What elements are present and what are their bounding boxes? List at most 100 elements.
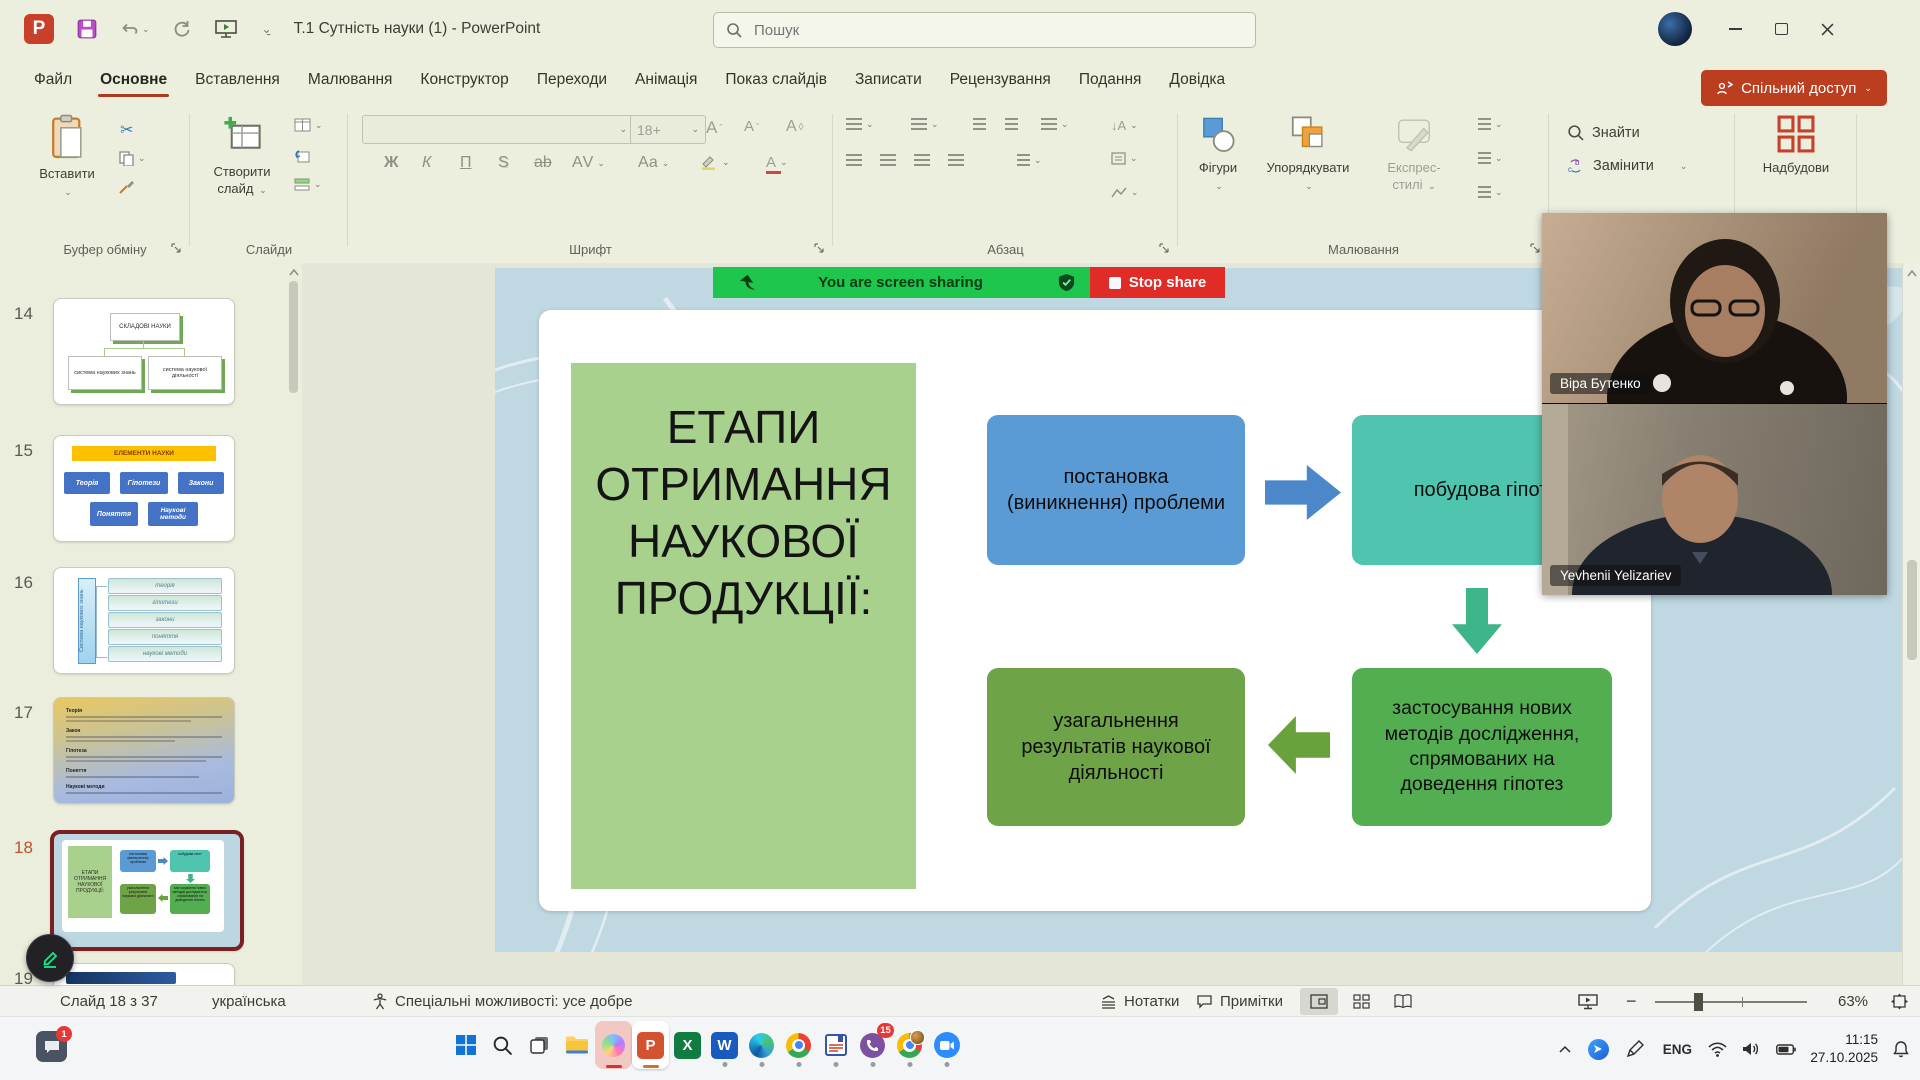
taskbar-viber-button[interactable]: 15 <box>854 1021 891 1069</box>
zoom-out-button[interactable]: − <box>1626 986 1637 1017</box>
maximize-button[interactable] <box>1758 9 1804 49</box>
close-button[interactable] <box>1804 9 1850 49</box>
bullets-button[interactable]: ⌄ <box>846 118 874 130</box>
paragraph-dialog-launcher[interactable] <box>1159 243 1171 255</box>
slide-thumbnail-17[interactable]: Теорія Закон Гіпотеза Поняття Наукові ме… <box>53 697 235 804</box>
taskbar-start-button[interactable] <box>447 1021 484 1069</box>
main-scrollbar[interactable] <box>1902 263 1920 985</box>
video-feed-1[interactable]: Віра Бутенко <box>1542 213 1887 403</box>
tray-language-button[interactable]: ENG <box>1654 1042 1700 1057</box>
align-text-button[interactable]: ⌄ <box>1111 152 1138 165</box>
strikethrough-button[interactable]: ab <box>534 154 552 172</box>
reading-view-button[interactable] <box>1384 988 1422 1015</box>
taskbar-backup-app-button[interactable] <box>817 1021 854 1069</box>
quick-styles-button[interactable]: Експрес-стилі ⌄ <box>1368 114 1460 194</box>
increase-indent-button[interactable] <box>1005 118 1018 130</box>
taskbar-explorer-button[interactable] <box>558 1021 595 1069</box>
zoom-video-panel[interactable]: Віра Бутенко Yevhenii Yelizariev <box>1542 213 1887 594</box>
character-spacing-button[interactable]: АV⌄ <box>572 154 605 172</box>
taskbar-chrome-button[interactable] <box>780 1021 817 1069</box>
underline-button[interactable]: П <box>460 154 472 172</box>
fit-slide-button[interactable] <box>1890 986 1909 1017</box>
taskbar-search-button[interactable] <box>484 1021 521 1069</box>
search-box[interactable] <box>713 12 1256 48</box>
font-name-combobox[interactable]: ⌄ <box>362 115 634 144</box>
drawing-dialog-launcher[interactable] <box>1530 243 1542 255</box>
annotation-pencil-button[interactable] <box>26 934 74 982</box>
new-slide-button[interactable]: Створитислайд ⌄ <box>202 114 282 198</box>
change-case-button[interactable]: Аа⌄ <box>638 154 669 172</box>
tray-pen-icon[interactable] <box>1616 1039 1654 1059</box>
text-shadow-button[interactable]: S <box>498 154 509 172</box>
find-button[interactable]: Знайти <box>1567 124 1640 141</box>
font-dialog-launcher[interactable] <box>814 243 826 255</box>
thumbnail-scrollbar[interactable] <box>286 263 302 985</box>
line-spacing-button[interactable]: ⌄ <box>1041 118 1069 130</box>
shapes-button[interactable]: Фігури⌄ <box>1186 114 1250 194</box>
taskbar-powerpoint-button[interactable]: P <box>632 1021 669 1069</box>
shape-effects-button[interactable]: ⌄ <box>1478 186 1503 198</box>
clipboard-dialog-launcher[interactable] <box>171 243 183 255</box>
notes-button[interactable]: Нотатки <box>1100 986 1179 1017</box>
italic-button[interactable]: К <box>422 154 431 172</box>
taskbar-edge-button[interactable] <box>743 1021 780 1069</box>
replace-button[interactable]: bc Замінити⌄ <box>1567 158 1687 174</box>
section-button[interactable]: ⌄ <box>294 178 322 191</box>
share-button[interactable]: Спільний доступ ⌄ <box>1701 70 1887 106</box>
step-box-generalization[interactable]: узагальнення результатів наукової діяльн… <box>987 668 1245 826</box>
accessibility-button[interactable]: Спеціальні можливості: усе добре <box>372 986 632 1017</box>
zoom-slider[interactable] <box>1655 986 1807 1017</box>
columns-button[interactable]: ⌄ <box>1017 154 1042 166</box>
slide-title-box[interactable]: ЕТАПИ ОТРИМАННЯ НАУКОВОЇ ПРОДУКЦІЇ: <box>571 363 916 889</box>
taskbar-corner-notification[interactable]: 1 <box>36 1031 67 1062</box>
reset-slide-button[interactable] <box>294 148 310 164</box>
bold-button[interactable]: Ж <box>384 154 398 172</box>
convert-smartart-button[interactable]: ⌄ <box>1111 186 1139 199</box>
cut-button[interactable]: ✂ <box>120 120 133 140</box>
taskbar-word-button[interactable]: W <box>706 1021 743 1069</box>
shape-fill-button[interactable]: ⌄ <box>1478 118 1503 130</box>
slide-layout-button[interactable]: ⌄ <box>294 118 323 132</box>
tray-volume-icon[interactable] <box>1734 1041 1768 1057</box>
align-left-button[interactable] <box>846 154 862 166</box>
align-right-button[interactable] <box>914 154 930 166</box>
redo-button[interactable] <box>172 19 192 39</box>
minimize-button[interactable] <box>1712 9 1758 49</box>
tab-animations[interactable]: Анімація <box>621 58 711 102</box>
tray-notification-bell-icon[interactable] <box>1886 1041 1916 1058</box>
addins-button[interactable]: Надбудови <box>1759 114 1833 177</box>
decrease-indent-button[interactable] <box>973 118 986 130</box>
slide-thumbnail-14[interactable]: СКЛАДОВІ НАУКИ система наукових знань си… <box>53 298 235 405</box>
text-direction-button[interactable]: ↓А⌄ <box>1111 118 1138 133</box>
stop-share-button[interactable]: Stop share <box>1090 267 1225 298</box>
tab-home[interactable]: Основне <box>86 58 181 102</box>
shape-outline-button[interactable]: ⌄ <box>1478 152 1503 164</box>
tab-help[interactable]: Довідка <box>1155 58 1239 102</box>
comments-button[interactable]: Примітки <box>1196 986 1283 1017</box>
taskbar-excel-button[interactable]: X <box>669 1021 706 1069</box>
font-color-button[interactable]: А ⌄ <box>766 154 788 171</box>
tray-wifi-icon[interactable] <box>1700 1042 1734 1057</box>
slideshow-view-button[interactable] <box>1578 986 1598 1017</box>
tab-record[interactable]: Записати <box>841 58 936 102</box>
thumbnail-scrollbar-thumb[interactable] <box>289 281 298 393</box>
tab-view[interactable]: Подання <box>1065 58 1156 102</box>
tab-draw[interactable]: Малювання <box>294 58 407 102</box>
arrange-button[interactable]: Упорядкувати⌄ <box>1256 114 1360 194</box>
highlight-color-button[interactable]: ⌄ <box>700 154 730 170</box>
tab-file[interactable]: Файл <box>20 58 86 102</box>
start-slideshow-icon[interactable] <box>214 18 238 40</box>
customize-qat-icon[interactable]: ⌄̱ <box>262 23 272 35</box>
undo-button[interactable]: ⌄ <box>120 20 150 38</box>
step-box-methods[interactable]: застосування нових методів дослідження, … <box>1352 668 1612 826</box>
clear-formatting-button[interactable]: А◊ <box>786 118 804 136</box>
align-center-button[interactable] <box>880 154 896 166</box>
tab-transitions[interactable]: Переходи <box>523 58 621 102</box>
decrease-font-button[interactable]: Аˇ <box>744 118 759 135</box>
tray-clock[interactable]: 11:15 27.10.2025 <box>1804 1031 1886 1066</box>
search-input[interactable] <box>752 21 1243 40</box>
tray-hidden-icons-button[interactable] <box>1550 1045 1580 1053</box>
tab-design[interactable]: Конструктор <box>406 58 522 102</box>
numbering-button[interactable]: ⌄ <box>911 118 939 130</box>
slide-sorter-view-button[interactable] <box>1342 988 1380 1015</box>
